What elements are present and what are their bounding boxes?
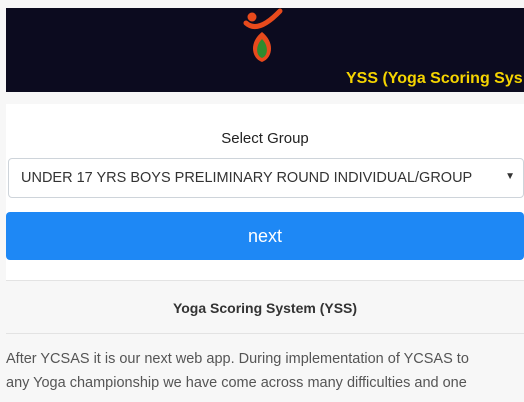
about-title: Yoga Scoring System (YSS) xyxy=(172,300,358,316)
group-select[interactable]: UNDER 17 YRS BOYS PRELIMINARY ROUND INDI… xyxy=(8,158,524,198)
divider xyxy=(6,280,524,281)
about-description: After YCSAS it is our next web app. Duri… xyxy=(6,351,469,391)
chevron-down-icon: ▼ xyxy=(505,171,515,182)
app-title: YSS (Yoga Scoring Sys xyxy=(346,70,523,87)
select-group-label: Select Group xyxy=(221,130,309,147)
group-select-value: UNDER 17 YRS BOYS PRELIMINARY ROUND INDI… xyxy=(21,170,473,186)
next-button[interactable]: next xyxy=(6,212,524,260)
app-header: YSS (Yoga Scoring Sys xyxy=(6,8,524,92)
group-selection-panel: Select Group UNDER 17 YRS BOYS PRELIMINA… xyxy=(6,104,524,280)
divider xyxy=(6,333,524,334)
yoga-figure-logo-icon xyxy=(243,8,283,62)
